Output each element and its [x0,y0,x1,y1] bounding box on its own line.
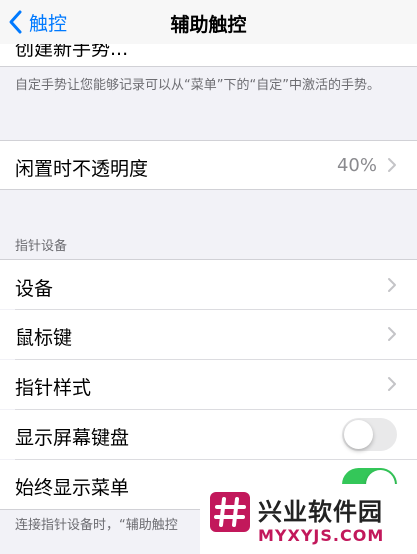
watermark: 兴业软件园 MYXYJS.COM [200,484,417,554]
idle-opacity-row[interactable]: 闲置时不透明度 40% [0,141,417,189]
show-keyboard-label: 显示屏幕键盘 [15,427,130,449]
chevron-right-icon [388,158,396,172]
chevron-right-icon [388,327,396,341]
divider [0,66,417,67]
watermark-domain: MYXYJS.COM [258,526,385,545]
hash-logo-icon [210,492,250,532]
toggle-knob [344,420,373,449]
idle-opacity-value: 40% [336,155,377,176]
always-show-menu-label: 始终显示菜单 [15,477,130,499]
pointer-style-label: 指针样式 [15,377,92,399]
devices-row[interactable]: 设备 [0,260,417,309]
show-keyboard-toggle[interactable] [342,418,397,451]
pointer-devices-header: 指针设备 [15,239,68,254]
devices-label: 设备 [15,278,54,300]
idle-opacity-label: 闲置时不透明度 [15,158,149,180]
custom-gesture-footnote: 自定手势让您能够记录可以从“菜单”下的“自定”中激活的手势。 [15,78,380,93]
mouse-keys-row[interactable]: 鼠标键 [0,310,417,359]
watermark-title: 兴业软件园 [258,498,383,526]
navigation-bar: 触控 辅助触控 [0,0,417,44]
show-keyboard-row: 显示屏幕键盘 [0,410,417,459]
chevron-right-icon [388,278,396,292]
page-title: 辅助触控 [170,14,247,36]
pointer-style-row[interactable]: 指针样式 [0,360,417,409]
chevron-right-icon [388,377,396,391]
divider [0,189,417,190]
mouse-keys-label: 鼠标键 [15,327,73,349]
